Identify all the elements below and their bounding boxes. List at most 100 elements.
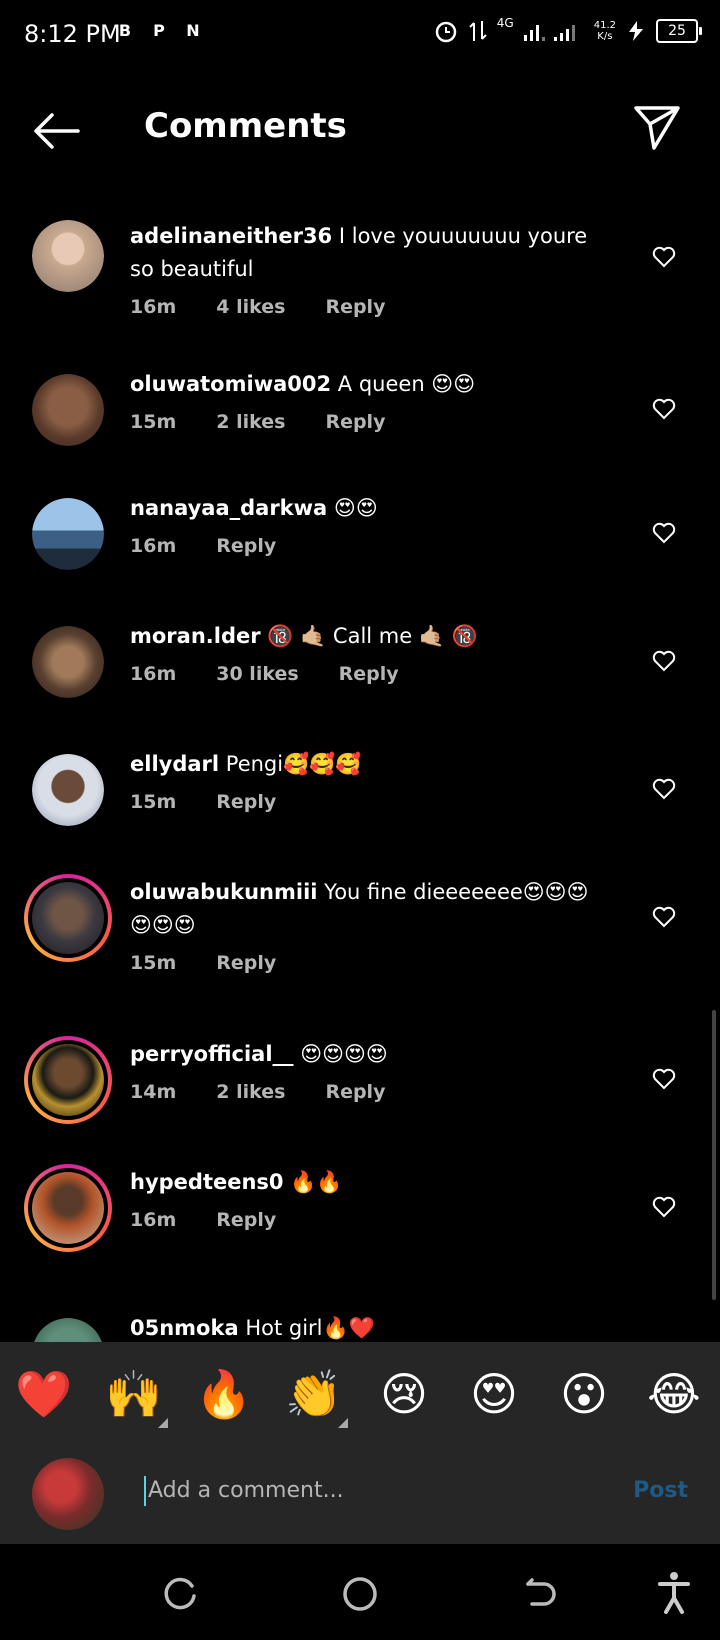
comment-text: adelinaneither36 I love youuuuuuu youre … — [130, 220, 610, 286]
recent-apps-icon[interactable] — [160, 1574, 200, 1614]
comment-list[interactable]: adelinaneither36 I love youuuuuuu youre … — [0, 196, 720, 1342]
skin-tone-indicator — [338, 1418, 348, 1428]
reaction-fire[interactable]: 🔥 — [194, 1366, 254, 1422]
avatar[interactable] — [32, 754, 104, 826]
paper-plane-icon[interactable] — [632, 102, 682, 152]
avatar-image — [32, 1044, 104, 1116]
battery-icon: 25 — [656, 19, 702, 43]
comment-body: Pengi🥰🥰🥰 — [225, 752, 362, 776]
scrollbar[interactable] — [712, 1010, 716, 1300]
charging-icon — [629, 21, 643, 41]
comment-username[interactable]: hypedteens0 — [130, 1170, 284, 1194]
comment-username[interactable]: adelinaneither36 — [130, 224, 332, 248]
emoji-reaction-bar: ❤️ 🙌 🔥 👏 😢 😍 😮 😂 — [0, 1342, 720, 1448]
notification-app-icon: B — [118, 21, 132, 40]
reply-button[interactable]: Reply — [325, 411, 385, 433]
reaction-heart-eyes[interactable]: 😍 — [464, 1366, 524, 1422]
comment-body: 🔥🔥 — [290, 1170, 343, 1194]
reply-button[interactable]: Reply — [216, 952, 276, 974]
comment-meta: 16m 30 likes Reply — [130, 663, 610, 685]
heart-outline-icon[interactable] — [652, 398, 676, 420]
reply-button[interactable]: Reply — [216, 535, 276, 557]
comment-username[interactable]: 05nmoka — [130, 1316, 239, 1340]
avatar-image — [32, 498, 104, 570]
avatar[interactable] — [32, 626, 104, 698]
comment-time: 16m — [130, 535, 177, 557]
comment-text: 05nmoka Hot girl🔥❤️ — [130, 1312, 610, 1342]
net-speed-unit: K/s — [597, 31, 613, 42]
avatar-image — [32, 374, 104, 446]
reaction-laughing[interactable]: 😂 — [644, 1366, 704, 1422]
comment-text: moran.lder 🔞 🤙🏼 Call me 🤙🏼 🔞 — [130, 620, 610, 653]
system-icons: 4G 41.2 K/s 25 — [433, 16, 702, 44]
comment-username[interactable]: moran.lder — [130, 624, 261, 648]
notification-app-icon: N — [186, 21, 200, 40]
comment-meta: 15m Reply — [130, 791, 610, 813]
comment-username[interactable]: ellydarl — [130, 752, 219, 776]
arrow-left-icon[interactable] — [30, 106, 82, 156]
comment-body: 😍😍😍😍 — [300, 1042, 388, 1066]
comment-meta: 16m 4 likes Reply — [130, 296, 610, 318]
reply-button[interactable]: Reply — [339, 663, 399, 685]
heart-outline-icon[interactable] — [652, 1068, 676, 1090]
comment-text: oluwabukunmiii You fine dieeeeeee😍😍😍😍😍😍 — [130, 876, 610, 942]
skin-tone-indicator — [158, 1418, 168, 1428]
comment-time: 14m — [130, 1081, 177, 1103]
reply-button[interactable]: Reply — [325, 1081, 385, 1103]
comment-username[interactable]: nanayaa_darkwa — [130, 496, 327, 520]
comment-likes[interactable]: 30 likes — [216, 663, 298, 685]
heart-outline-icon[interactable] — [652, 1196, 676, 1218]
comment-body: 🔞 🤙🏼 Call me 🤙🏼 🔞 — [267, 624, 478, 648]
avatar-story-ring[interactable] — [24, 1164, 112, 1252]
avatar-story-ring[interactable] — [24, 874, 112, 962]
comment-text: ellydarl Pengi🥰🥰🥰 — [130, 748, 610, 781]
comment-body: A queen 😍😍 — [337, 372, 476, 396]
reaction-surprised[interactable]: 😮 — [554, 1366, 614, 1422]
avatar-image — [32, 626, 104, 698]
reaction-clapping[interactable]: 👏 — [284, 1366, 344, 1422]
comment-meta: 15m Reply — [130, 952, 610, 974]
reaction-heart[interactable]: ❤️ — [14, 1366, 74, 1422]
comment-likes[interactable]: 2 likes — [216, 411, 285, 433]
heart-outline-icon[interactable] — [652, 650, 676, 672]
reaction-raising-hands[interactable]: 🙌 — [104, 1366, 164, 1422]
accessibility-icon[interactable] — [656, 1570, 692, 1614]
comment-meta: 14m 2 likes Reply — [130, 1081, 610, 1103]
heart-outline-icon[interactable] — [652, 246, 676, 268]
heart-outline-icon[interactable] — [652, 906, 676, 928]
comment-username[interactable]: perryofficial__ — [130, 1042, 294, 1066]
comment-meta: 15m 2 likes Reply — [130, 411, 610, 433]
avatar-story-ring[interactable] — [24, 1036, 112, 1124]
reply-button[interactable]: Reply — [216, 1209, 276, 1231]
comment-time: 15m — [130, 411, 177, 433]
comment-likes[interactable]: 4 likes — [216, 296, 285, 318]
net-speed: 41.2 K/s — [594, 20, 616, 42]
avatar-image — [32, 882, 104, 954]
comment-likes[interactable]: 2 likes — [216, 1081, 285, 1103]
back-icon[interactable] — [520, 1574, 560, 1614]
comment-text: perryofficial__ 😍😍😍😍 — [130, 1038, 610, 1071]
reaction-crying[interactable]: 😢 — [374, 1366, 434, 1422]
comment-username[interactable]: oluwatomiwa002 — [130, 372, 331, 396]
heart-outline-icon[interactable] — [652, 778, 676, 800]
comment-body: Hot girl🔥❤️ — [245, 1316, 375, 1340]
reply-button[interactable]: Reply — [325, 296, 385, 318]
current-user-avatar — [32, 1458, 104, 1530]
reply-button[interactable]: Reply — [216, 791, 276, 813]
avatar-image — [32, 1172, 104, 1244]
avatar[interactable] — [32, 1318, 104, 1342]
home-circle-icon[interactable] — [340, 1574, 380, 1614]
network-type: 4G — [496, 16, 514, 30]
heart-outline-icon[interactable] — [652, 522, 676, 544]
post-button[interactable]: Post — [633, 1478, 688, 1503]
avatar[interactable] — [32, 374, 104, 446]
comment-username[interactable]: oluwabukunmiii — [130, 880, 317, 904]
avatar[interactable] — [32, 498, 104, 570]
avatar[interactable] — [32, 220, 104, 292]
status-bar: 8:12 PM B P N 4G 41.2 K/s 25 — [0, 0, 720, 72]
comment-time: 15m — [130, 952, 177, 974]
comment-input[interactable]: Add a comment... — [144, 1476, 344, 1506]
comment-text: hypedteens0 🔥🔥 — [130, 1166, 610, 1199]
comment-time: 16m — [130, 296, 177, 318]
comment-text: oluwatomiwa002 A queen 😍😍 — [130, 368, 610, 401]
